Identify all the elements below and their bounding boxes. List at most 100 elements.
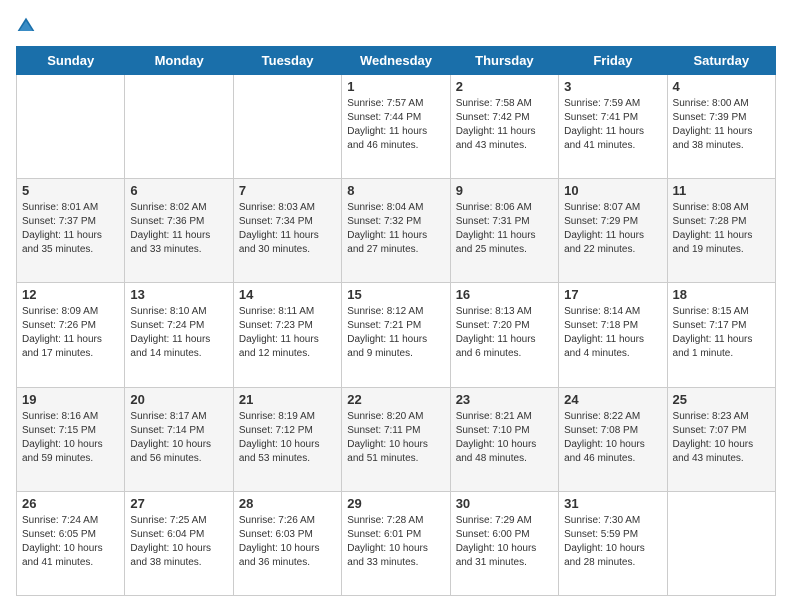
week-row-1: 1 Sunrise: 7:57 AM Sunset: 7:44 PM Daylig… xyxy=(17,75,776,179)
calendar-header-row: SundayMondayTuesdayWednesdayThursdayFrid… xyxy=(17,47,776,75)
cell-info: Sunrise: 8:00 AM Sunset: 7:39 PM Dayligh… xyxy=(673,97,770,153)
cell-info: Sunrise: 8:21 AM Sunset: 7:10 PM Dayligh… xyxy=(456,410,553,466)
day-header-tuesday: Tuesday xyxy=(233,47,341,75)
calendar-cell: 8 Sunrise: 8:04 AM Sunset: 7:32 PM Daylig… xyxy=(342,179,450,283)
cell-info: Sunrise: 8:07 AM Sunset: 7:29 PM Dayligh… xyxy=(564,201,661,257)
calendar-cell: 14Sunrise: 8:11 AM Sunset: 7:23 PM Dayli… xyxy=(233,283,341,387)
cell-info: Sunrise: 7:24 AM Sunset: 6:05 PM Dayligh… xyxy=(22,514,119,570)
cell-info: Sunrise: 7:57 AM Sunset: 7:44 PM Dayligh… xyxy=(347,97,444,153)
cell-info: Sunrise: 8:04 AM Sunset: 7:32 PM Dayligh… xyxy=(347,201,444,257)
cell-info: Sunrise: 8:12 AM Sunset: 7:21 PM Dayligh… xyxy=(347,305,444,361)
cell-day-number: 1 xyxy=(347,79,444,94)
calendar-cell: 2Sunrise: 7:58 AM Sunset: 7:42 PM Daylig… xyxy=(450,75,558,179)
calendar-cell: 30Sunrise: 7:29 AM Sunset: 6:00 PM Dayli… xyxy=(450,491,558,595)
cell-day-number: 8 xyxy=(347,183,444,198)
cell-info: Sunrise: 8:16 AM Sunset: 7:15 PM Dayligh… xyxy=(22,410,119,466)
calendar-cell xyxy=(233,75,341,179)
cell-info: Sunrise: 8:14 AM Sunset: 7:18 PM Dayligh… xyxy=(564,305,661,361)
cell-day-number: 31 xyxy=(564,496,661,511)
cell-day-number: 24 xyxy=(564,392,661,407)
cell-day-number: 25 xyxy=(673,392,770,407)
calendar-cell: 7Sunrise: 8:03 AM Sunset: 7:34 PM Daylig… xyxy=(233,179,341,283)
calendar-cell: 22 Sunrise: 8:20 AM Sunset: 7:11 PM Dayli… xyxy=(342,387,450,491)
calendar-cell: 9Sunrise: 8:06 AM Sunset: 7:31 PM Daylig… xyxy=(450,179,558,283)
cell-day-number: 23 xyxy=(456,392,553,407)
cell-day-number: 4 xyxy=(673,79,770,94)
day-header-thursday: Thursday xyxy=(450,47,558,75)
cell-day-number: 12 xyxy=(22,287,119,302)
calendar-cell: 6 Sunrise: 8:02 AM Sunset: 7:36 PM Daylig… xyxy=(125,179,233,283)
cell-day-number: 15 xyxy=(347,287,444,302)
cell-day-number: 21 xyxy=(239,392,336,407)
calendar-cell xyxy=(667,491,775,595)
cell-info: Sunrise: 8:13 AM Sunset: 7:20 PM Dayligh… xyxy=(456,305,553,361)
calendar-cell: 23 Sunrise: 8:21 AM Sunset: 7:10 PM Dayli… xyxy=(450,387,558,491)
cell-day-number: 22 xyxy=(347,392,444,407)
cell-info: Sunrise: 8:23 AM Sunset: 7:07 PM Dayligh… xyxy=(673,410,770,466)
cell-info: Sunrise: 8:09 AM Sunset: 7:26 PM Dayligh… xyxy=(22,305,119,361)
week-row-2: 5Sunrise: 8:01 AM Sunset: 7:37 PM Daylig… xyxy=(17,179,776,283)
cell-day-number: 11 xyxy=(673,183,770,198)
calendar-cell: 21 Sunrise: 8:19 AM Sunset: 7:12 PM Dayli… xyxy=(233,387,341,491)
cell-day-number: 30 xyxy=(456,496,553,511)
cell-day-number: 20 xyxy=(130,392,227,407)
calendar-cell xyxy=(125,75,233,179)
day-header-sunday: Sunday xyxy=(17,47,125,75)
day-header-monday: Monday xyxy=(125,47,233,75)
cell-info: Sunrise: 8:01 AM Sunset: 7:37 PM Dayligh… xyxy=(22,201,119,257)
cell-info: Sunrise: 7:25 AM Sunset: 6:04 PM Dayligh… xyxy=(130,514,227,570)
calendar-cell: 29 Sunrise: 7:28 AM Sunset: 6:01 PM Dayli… xyxy=(342,491,450,595)
cell-info: Sunrise: 8:22 AM Sunset: 7:08 PM Dayligh… xyxy=(564,410,661,466)
week-row-3: 12 Sunrise: 8:09 AM Sunset: 7:26 PM Dayli… xyxy=(17,283,776,387)
cell-day-number: 3 xyxy=(564,79,661,94)
cell-day-number: 18 xyxy=(673,287,770,302)
cell-info: Sunrise: 8:20 AM Sunset: 7:11 PM Dayligh… xyxy=(347,410,444,466)
cell-info: Sunrise: 7:28 AM Sunset: 6:01 PM Dayligh… xyxy=(347,514,444,570)
cell-info: Sunrise: 8:03 AM Sunset: 7:34 PM Dayligh… xyxy=(239,201,336,257)
cell-info: Sunrise: 7:59 AM Sunset: 7:41 PM Dayligh… xyxy=(564,97,661,153)
day-header-saturday: Saturday xyxy=(667,47,775,75)
calendar-cell: 25 Sunrise: 8:23 AM Sunset: 7:07 PM Dayli… xyxy=(667,387,775,491)
day-header-wednesday: Wednesday xyxy=(342,47,450,75)
cell-day-number: 17 xyxy=(564,287,661,302)
cell-info: Sunrise: 8:08 AM Sunset: 7:28 PM Dayligh… xyxy=(673,201,770,257)
calendar-cell: 13Sunrise: 8:10 AM Sunset: 7:24 PM Dayli… xyxy=(125,283,233,387)
cell-day-number: 6 xyxy=(130,183,227,198)
calendar-cell: 20 Sunrise: 8:17 AM Sunset: 7:14 PM Dayli… xyxy=(125,387,233,491)
day-header-friday: Friday xyxy=(559,47,667,75)
cell-day-number: 29 xyxy=(347,496,444,511)
calendar-cell: 28 Sunrise: 7:26 AM Sunset: 6:03 PM Dayli… xyxy=(233,491,341,595)
cell-day-number: 16 xyxy=(456,287,553,302)
calendar-cell: 31 Sunrise: 7:30 AM Sunset: 5:59 PM Dayli… xyxy=(559,491,667,595)
calendar-cell: 19 Sunrise: 8:16 AM Sunset: 7:15 PM Dayli… xyxy=(17,387,125,491)
calendar-cell: 1 Sunrise: 7:57 AM Sunset: 7:44 PM Daylig… xyxy=(342,75,450,179)
calendar-cell: 15 Sunrise: 8:12 AM Sunset: 7:21 PM Dayli… xyxy=(342,283,450,387)
calendar-cell: 11 Sunrise: 8:08 AM Sunset: 7:28 PM Dayli… xyxy=(667,179,775,283)
week-row-4: 19 Sunrise: 8:16 AM Sunset: 7:15 PM Dayli… xyxy=(17,387,776,491)
cell-info: Sunrise: 8:11 AM Sunset: 7:23 PM Dayligh… xyxy=(239,305,336,361)
cell-day-number: 28 xyxy=(239,496,336,511)
cell-day-number: 26 xyxy=(22,496,119,511)
logo xyxy=(16,16,40,36)
cell-info: Sunrise: 7:26 AM Sunset: 6:03 PM Dayligh… xyxy=(239,514,336,570)
cell-info: Sunrise: 8:17 AM Sunset: 7:14 PM Dayligh… xyxy=(130,410,227,466)
calendar-cell: 5Sunrise: 8:01 AM Sunset: 7:37 PM Daylig… xyxy=(17,179,125,283)
cell-info: Sunrise: 8:02 AM Sunset: 7:36 PM Dayligh… xyxy=(130,201,227,257)
calendar-cell: 17 Sunrise: 8:14 AM Sunset: 7:18 PM Dayli… xyxy=(559,283,667,387)
calendar-cell: 16 Sunrise: 8:13 AM Sunset: 7:20 PM Dayli… xyxy=(450,283,558,387)
calendar-cell: 12 Sunrise: 8:09 AM Sunset: 7:26 PM Dayli… xyxy=(17,283,125,387)
cell-info: Sunrise: 8:19 AM Sunset: 7:12 PM Dayligh… xyxy=(239,410,336,466)
cell-day-number: 19 xyxy=(22,392,119,407)
header xyxy=(16,16,776,36)
page: SundayMondayTuesdayWednesdayThursdayFrid… xyxy=(0,0,792,612)
cell-info: Sunrise: 8:15 AM Sunset: 7:17 PM Dayligh… xyxy=(673,305,770,361)
calendar-cell: 26 Sunrise: 7:24 AM Sunset: 6:05 PM Dayli… xyxy=(17,491,125,595)
cell-info: Sunrise: 7:30 AM Sunset: 5:59 PM Dayligh… xyxy=(564,514,661,570)
cell-day-number: 13 xyxy=(130,287,227,302)
calendar-cell xyxy=(17,75,125,179)
cell-day-number: 27 xyxy=(130,496,227,511)
calendar-cell: 4 Sunrise: 8:00 AM Sunset: 7:39 PM Daylig… xyxy=(667,75,775,179)
calendar-cell: 24 Sunrise: 8:22 AM Sunset: 7:08 PM Dayli… xyxy=(559,387,667,491)
logo-icon xyxy=(16,16,36,36)
calendar-table: SundayMondayTuesdayWednesdayThursdayFrid… xyxy=(16,46,776,596)
